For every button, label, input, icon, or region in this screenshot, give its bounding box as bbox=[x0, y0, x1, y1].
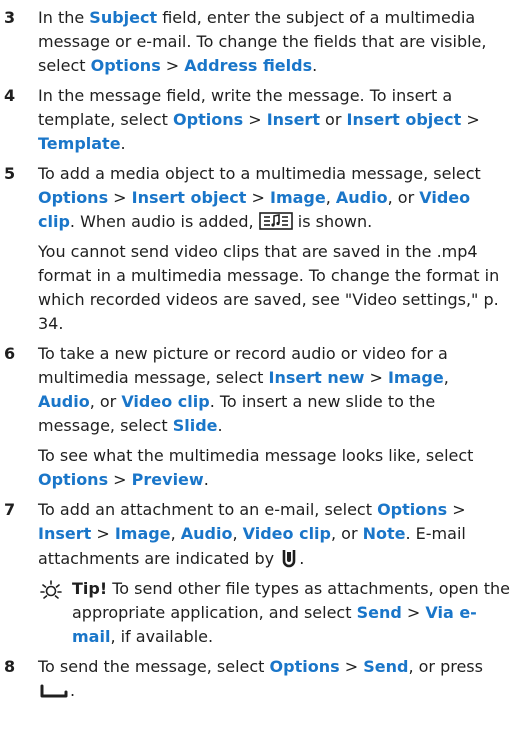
body-text: > bbox=[91, 524, 115, 543]
step-paragraph: To add a media object to a multimedia me… bbox=[38, 162, 510, 234]
step-number: 8 bbox=[4, 657, 16, 676]
body-text: > bbox=[401, 603, 426, 622]
body-text: , bbox=[443, 368, 449, 387]
step-number: 3 bbox=[4, 8, 16, 27]
body-text: , if available. bbox=[110, 627, 214, 646]
menu-command: Options bbox=[38, 470, 109, 489]
body-text: , or bbox=[89, 392, 122, 411]
step-number: 6 bbox=[4, 344, 16, 363]
step-number: 7 bbox=[4, 500, 16, 519]
body-text: is shown. bbox=[292, 212, 373, 231]
body-text: > bbox=[339, 657, 364, 676]
body-text: > bbox=[160, 56, 185, 75]
step-paragraph: To take a new picture or record audio or… bbox=[38, 342, 510, 438]
body-text: . bbox=[70, 681, 76, 700]
menu-command: Audio bbox=[335, 188, 388, 207]
step-paragraph: In the message field, write the message.… bbox=[38, 84, 510, 156]
body-text: . When audio is added, bbox=[69, 212, 259, 231]
body-text: , or press bbox=[408, 657, 483, 676]
menu-command: Insert object bbox=[346, 110, 462, 129]
instruction-step: 8 To send the message, select Options > S… bbox=[0, 655, 510, 703]
tip-icon bbox=[40, 579, 62, 601]
step-paragraph: To add an attachment to an e-mail, selec… bbox=[38, 498, 510, 571]
body-text: , bbox=[325, 188, 336, 207]
audio-icon bbox=[258, 212, 293, 231]
menu-command: Insert bbox=[38, 524, 92, 543]
menu-command: Subject bbox=[89, 8, 158, 27]
menu-command: Insert object bbox=[131, 188, 247, 207]
step-paragraph: You cannot send video clips that are sav… bbox=[38, 240, 510, 336]
body-text: > bbox=[364, 368, 388, 387]
menu-command: Video clip bbox=[121, 392, 210, 411]
body-text: . bbox=[217, 416, 223, 435]
body-text: To add a media object to a multimedia me… bbox=[38, 164, 481, 183]
step-paragraph: To see what the multimedia message looks… bbox=[38, 444, 510, 492]
call-key-icon bbox=[38, 681, 70, 700]
body-text: . bbox=[120, 134, 126, 153]
menu-command: Note bbox=[362, 524, 406, 543]
body-text: . bbox=[299, 549, 305, 568]
body-text: > bbox=[108, 188, 132, 207]
tip-label: Tip! bbox=[72, 579, 108, 598]
menu-command: Address fields bbox=[184, 56, 313, 75]
body-text: or bbox=[319, 110, 347, 129]
body-text: You cannot send video clips that are sav… bbox=[38, 242, 500, 333]
manual-page: 3 In the Subject field, enter the subject… bbox=[0, 0, 518, 751]
menu-command: Slide bbox=[172, 416, 218, 435]
body-text: , or bbox=[330, 524, 363, 543]
menu-command: Template bbox=[38, 134, 121, 153]
instruction-step: 6 To take a new picture or record audio o… bbox=[0, 342, 510, 492]
body-text: . bbox=[312, 56, 318, 75]
step-paragraph: In the Subject field, enter the subject … bbox=[38, 6, 510, 78]
instruction-steps: 3 In the Subject field, enter the subject… bbox=[0, 6, 510, 703]
instruction-step: 4 In the message field, write the message… bbox=[0, 84, 510, 156]
menu-command: Options bbox=[173, 110, 244, 129]
body-text: > bbox=[108, 470, 132, 489]
step-number: 5 bbox=[4, 164, 16, 183]
menu-command: Insert bbox=[266, 110, 320, 129]
menu-command: Options bbox=[38, 188, 109, 207]
body-text: > bbox=[246, 188, 270, 207]
step-number: 4 bbox=[4, 86, 16, 105]
menu-command: Image bbox=[114, 524, 171, 543]
instruction-step: 5 To add a media object to a multimedia m… bbox=[0, 162, 510, 336]
body-text: > bbox=[243, 110, 267, 129]
menu-command: Audio bbox=[38, 392, 90, 411]
instruction-step: 7 To add an attachment to an e-mail, sele… bbox=[0, 498, 510, 649]
attachment-icon bbox=[279, 549, 299, 568]
instruction-step: 3 In the Subject field, enter the subject… bbox=[0, 6, 510, 78]
menu-command: Options bbox=[90, 56, 161, 75]
body-text: , or bbox=[387, 188, 420, 207]
menu-command: Options bbox=[377, 500, 448, 519]
body-text: To see what the multimedia message looks… bbox=[38, 446, 474, 465]
menu-command: Image bbox=[270, 188, 326, 207]
tip-text: Tip! To send other file types as attachm… bbox=[72, 577, 510, 649]
menu-command: Options bbox=[269, 657, 340, 676]
menu-command: Image bbox=[387, 368, 444, 387]
body-text: . bbox=[203, 470, 209, 489]
body-text: In the bbox=[38, 8, 90, 27]
body-text: To send the message, select bbox=[38, 657, 270, 676]
body-text: > bbox=[447, 500, 466, 519]
menu-command: Audio bbox=[180, 524, 233, 543]
step-paragraph: To send the message, select Options > Se… bbox=[38, 655, 510, 703]
tip-box: Tip! To send other file types as attachm… bbox=[38, 577, 510, 649]
menu-command: Insert new bbox=[268, 368, 365, 387]
body-text: , bbox=[170, 524, 181, 543]
body-text: To add an attachment to an e-mail, selec… bbox=[38, 500, 378, 519]
menu-command: Preview bbox=[131, 470, 204, 489]
menu-command: Send bbox=[356, 603, 402, 622]
body-text: , bbox=[232, 524, 243, 543]
menu-command: Video clip bbox=[242, 524, 331, 543]
body-text: > bbox=[461, 110, 480, 129]
menu-command: Send bbox=[363, 657, 409, 676]
